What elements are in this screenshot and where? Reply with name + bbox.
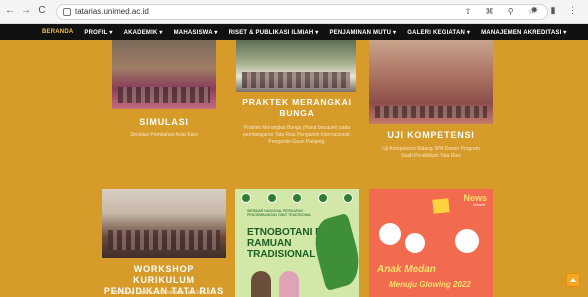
- card-description: Praktek Merangkai Bunga (Hand bouquet) p…: [243, 125, 351, 145]
- sponsor-logos: [241, 193, 353, 205]
- browser-toolbar: ← → C tatarias.unimed.ac.id ⇧ ⌘ ⚲ ☆ ✸ ▮ …: [0, 0, 588, 24]
- nav-menu: BERANDA PROFIL ▾ AKADEMIK ▾ MAHASISWA ▾ RISE…: [42, 24, 578, 40]
- card-description: Workshop Kurikulum Pendidikan Tata Rias …: [111, 290, 217, 296]
- card-praktek-merangkai-bunga[interactable]: PRAKTEK MERANGKAI BUNGA Praktek Merangka…: [234, 40, 360, 158]
- nav-item-mahasiswa[interactable]: MAHASISWA ▾: [174, 29, 218, 36]
- poster-etnobotani[interactable]: WEBINAR NASIONAL PERSIAPAN PENGEMBANGAN …: [235, 189, 359, 297]
- card-image-bunga[interactable]: [236, 40, 356, 92]
- poster-headline: Anak Medan: [377, 264, 436, 275]
- extensions-icons[interactable]: ✸ ▮ ⋮: [531, 5, 583, 16]
- speaker-photo: [279, 271, 299, 297]
- url-text[interactable]: tatarias.unimed.ac.id: [75, 7, 149, 16]
- forward-arrow-icon[interactable]: →: [20, 5, 32, 17]
- card-image-simulasi[interactable]: [112, 40, 216, 109]
- nav-item-akademik[interactable]: AKADEMIK ▾: [124, 29, 163, 36]
- nav-item-penjaminan-mutu[interactable]: PENJAMINAN MUTU ▾: [329, 29, 396, 36]
- site-navigation: BERANDA PROFIL ▾ AKADEMIK ▾ MAHASISWA ▾ RISE…: [0, 24, 588, 40]
- poster-subheadline: Menuju Glowing 2022: [389, 280, 471, 289]
- card-title[interactable]: SIMULASI: [112, 117, 216, 128]
- address-bar[interactable]: tatarias.unimed.ac.id ⇧ ⌘ ⚲ ☆: [56, 4, 548, 20]
- lock-icon: [63, 8, 71, 16]
- sticky-note: [432, 198, 450, 214]
- reload-icon[interactable]: C: [36, 5, 48, 17]
- card-image-workshop[interactable]: [102, 189, 226, 258]
- card-uji-kompetensi[interactable]: UJI KOMPETENSI Uji Kompetensi Bidang SPA…: [369, 40, 493, 164]
- nav-item-profil[interactable]: PROFIL ▾: [84, 29, 112, 36]
- poster-news[interactable]: News Unimed Anak Medan Menuju Glowing 20…: [369, 189, 493, 297]
- card-workshop-kurikulum[interactable]: WORKSHOP KURIKULUM PENDIDIKAN TATA RIAS …: [102, 189, 226, 297]
- nav-item-galeri-kegiatan[interactable]: GALERI KEGIATAN ▾: [407, 29, 470, 36]
- card-title[interactable]: PRAKTEK MERANGKAI BUNGA: [234, 97, 360, 119]
- card-simulasi[interactable]: SIMULASI Simulasi Pembahan Adat Karo: [112, 40, 216, 140]
- scroll-to-top-button[interactable]: [566, 273, 580, 287]
- nav-item-beranda[interactable]: BERANDA: [42, 29, 73, 35]
- poster-subtitle: WEBINAR NASIONAL PERSIAPAN PENGEMBANGAN …: [247, 209, 312, 217]
- card-image-uji[interactable]: [369, 40, 493, 124]
- card-news[interactable]: News Unimed Anak Medan Menuju Glowing 20…: [369, 189, 493, 297]
- back-arrow-icon[interactable]: ←: [4, 5, 16, 17]
- news-sublabel: Unimed: [472, 203, 485, 207]
- portrait-circle: [455, 229, 479, 253]
- news-label: News: [463, 193, 487, 203]
- card-description: Simulasi Pembahan Adat Karo: [130, 132, 198, 138]
- leaf-illustration: [308, 213, 359, 291]
- card-title[interactable]: UJI KOMPETENSI: [369, 130, 493, 141]
- nav-item-manajemen-akreditasi[interactable]: MANAJEMEN AKREDITASI ▾: [481, 29, 566, 36]
- portrait-circle: [379, 223, 401, 245]
- nav-item-riset-publikasi-ilmiah[interactable]: RISET & PUBLIKASI ILMIAH ▾: [229, 29, 319, 36]
- speaker-photo: [251, 271, 271, 297]
- card-description: Uji Kompetensi Bidang SPA Dosen Program …: [382, 146, 480, 159]
- portrait-circle: [405, 233, 425, 253]
- card-etnobotani[interactable]: WEBINAR NASIONAL PERSIAPAN PENGEMBANGAN …: [235, 189, 359, 297]
